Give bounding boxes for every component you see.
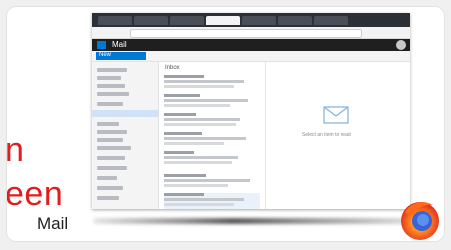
message-item[interactable]	[164, 174, 260, 190]
message-list: Inbox	[159, 62, 266, 209]
message-item-selected[interactable]	[164, 193, 260, 209]
browser-tab[interactable]	[134, 16, 168, 25]
folder-item-selected[interactable]	[92, 110, 158, 117]
folder-item[interactable]	[97, 92, 129, 96]
browser-tab[interactable]	[278, 16, 312, 25]
browser-tab[interactable]	[314, 16, 348, 25]
message-item[interactable]	[164, 75, 260, 91]
folder-item[interactable]	[97, 146, 131, 150]
folder-item[interactable]	[97, 122, 119, 126]
browser-tab[interactable]	[242, 16, 276, 25]
message-list-header: Inbox	[165, 65, 180, 71]
reading-pane: Select an item to read	[266, 62, 410, 209]
avatar[interactable]	[396, 40, 406, 50]
url-field[interactable]	[130, 29, 362, 38]
message-item[interactable]	[164, 113, 260, 129]
mail-app-screenshot: Mail New Inbox Select an item to read	[92, 13, 410, 209]
message-item[interactable]	[164, 132, 260, 148]
new-message-button[interactable]: New	[96, 52, 146, 60]
mail-app-header: Mail	[92, 39, 410, 51]
thumbnail-card: Mail New Inbox Select an item to read n …	[6, 6, 445, 242]
message-item[interactable]	[164, 94, 260, 110]
browser-tab[interactable]	[98, 16, 132, 25]
folder-item[interactable]	[97, 84, 125, 88]
folder-item[interactable]	[97, 186, 123, 190]
browser-tab-strip	[92, 13, 410, 27]
folder-item[interactable]	[97, 196, 119, 200]
browser-tab-active[interactable]	[206, 16, 240, 25]
browser-address-bar	[92, 27, 410, 39]
folder-item[interactable]	[97, 156, 125, 160]
folder-item[interactable]	[97, 138, 123, 142]
caption-label: Mail	[37, 214, 69, 233]
folder-item[interactable]	[97, 76, 121, 80]
new-message-label: New	[99, 52, 112, 58]
app-name: Mail	[112, 40, 127, 49]
browser-tab[interactable]	[170, 16, 204, 25]
folder-item[interactable]	[97, 166, 127, 170]
message-item[interactable]	[164, 151, 260, 167]
reading-pane-message: Select an item to read	[302, 132, 351, 138]
overlay-text-line-1: n	[6, 131, 25, 169]
folder-item[interactable]	[97, 176, 117, 180]
folder-item[interactable]	[97, 102, 123, 106]
folder-item[interactable]	[97, 68, 127, 72]
folder-pane	[92, 62, 159, 209]
app-launcher-icon[interactable]	[97, 41, 106, 49]
overlay-text-line-2: een	[6, 175, 64, 213]
firefox-logo-icon	[401, 202, 439, 240]
decorative-bar	[93, 218, 405, 224]
command-bar: New	[92, 51, 410, 62]
envelope-icon	[323, 106, 349, 124]
folder-item[interactable]	[97, 130, 127, 134]
